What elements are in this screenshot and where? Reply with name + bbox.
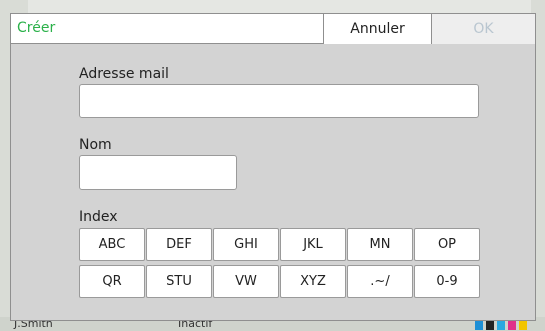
index-key-jkl[interactable]: JKL bbox=[280, 228, 346, 261]
ok-button[interactable]: OK bbox=[431, 14, 535, 44]
cancel-button[interactable]: Annuler bbox=[323, 14, 431, 44]
create-dialog: Créer Annuler OK Adresse mail Nom Index … bbox=[10, 13, 536, 321]
index-key-qr[interactable]: QR bbox=[79, 265, 145, 298]
email-field[interactable] bbox=[79, 84, 479, 118]
index-key-def[interactable]: DEF bbox=[146, 228, 212, 261]
index-key-symbols[interactable]: .~/ bbox=[347, 265, 413, 298]
index-label: Index bbox=[79, 209, 118, 225]
name-label: Nom bbox=[79, 137, 112, 153]
index-key-mn[interactable]: MN bbox=[347, 228, 413, 261]
name-field[interactable] bbox=[79, 155, 237, 190]
dialog-header: Créer Annuler OK bbox=[11, 14, 535, 44]
dialog-title: Créer bbox=[17, 20, 56, 36]
index-key-vw[interactable]: VW bbox=[213, 265, 279, 298]
index-key-digits[interactable]: 0-9 bbox=[414, 265, 480, 298]
index-key-xyz[interactable]: XYZ bbox=[280, 265, 346, 298]
ink-level-icons bbox=[475, 321, 527, 330]
index-key-ghi[interactable]: GHI bbox=[213, 228, 279, 261]
index-key-abc[interactable]: ABC bbox=[79, 228, 145, 261]
index-key-op[interactable]: OP bbox=[414, 228, 480, 261]
background-top-bar bbox=[0, 0, 545, 14]
index-key-stu[interactable]: STU bbox=[146, 265, 212, 298]
index-keypad: ABC DEF GHI JKL MN OP QR STU VW XYZ .~/ … bbox=[79, 228, 481, 298]
email-label: Adresse mail bbox=[79, 66, 169, 82]
